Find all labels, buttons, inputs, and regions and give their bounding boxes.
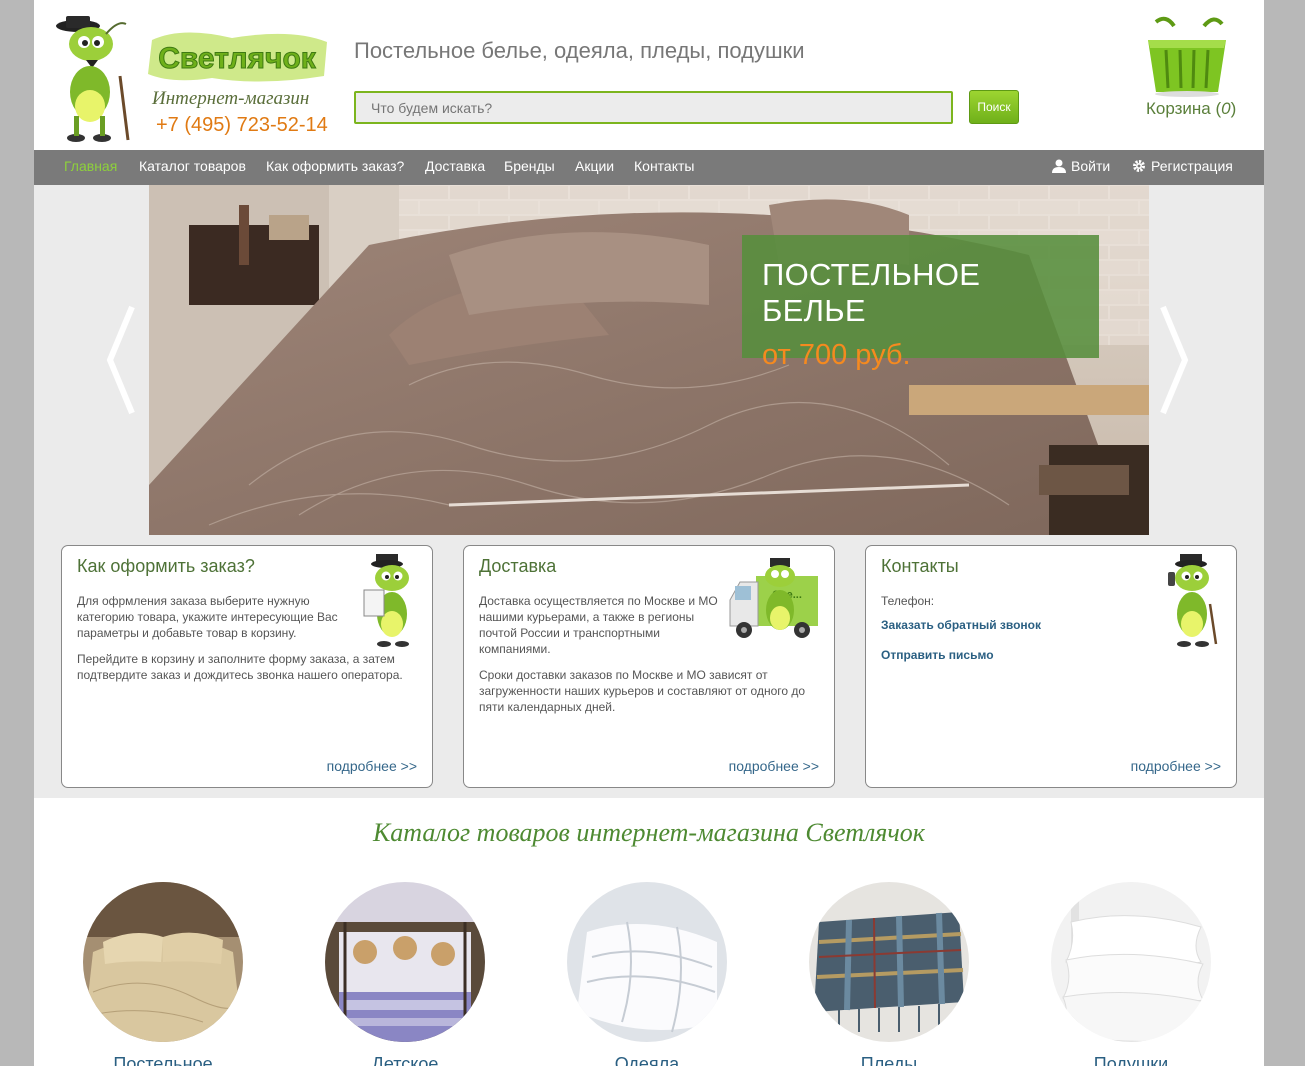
header: Светлячок Интернет-магазин +7 (495) 723-… [34,0,1264,150]
catalog-image[interactable] [1051,882,1211,1042]
phone-number[interactable]: +7 (495) 723-52-14 [156,114,328,137]
nav-item-promos[interactable]: Акции [575,158,614,174]
send-mail-link[interactable]: Отправить письмо [881,647,1221,663]
cart-count: 0 [1221,99,1231,118]
nav-item-catalog[interactable]: Каталог товаров [139,158,246,174]
brand-subtitle: Интернет-магазин [152,88,310,109]
promo-title: ПОСТЕЛЬНОЕ БЕЛЬЕ [762,257,981,328]
card-contacts: Контакты Телефон: Заказать обратный звон… [865,545,1237,788]
catalog-image[interactable] [809,882,969,1042]
card-title: Как оформить заказ? [77,556,255,576]
card-paragraph: Для офрмления заказа выберите нужную кат… [77,594,338,640]
firefly-mascot-icon[interactable] [46,16,136,144]
catalog-item-plaids[interactable]: Пледы [789,882,989,1066]
shopping-basket-icon[interactable] [1144,16,1230,98]
catalog-item-pillows[interactable]: Подушки [1031,882,1231,1066]
register-label: Регистрация [1151,158,1233,174]
catalog-label[interactable]: Постельное [63,1054,263,1066]
card-title: Доставка [479,556,557,576]
slider-banner[interactable]: ПОСТЕЛЬНОЕ БЕЛЬЕ от 700 руб. [149,185,1149,535]
card-how-to-order: Как оформить заказ? Для офрмления заказа… [61,545,433,788]
card-text: Доставка осуществляется по Москве и МО н… [479,593,805,725]
login-label: Войти [1071,158,1111,174]
catalog-image[interactable] [83,882,243,1042]
catalog-image[interactable] [567,882,727,1042]
promo-price: от 700 руб. [762,339,911,371]
nav-item-delivery[interactable]: Доставка [425,158,485,174]
more-link[interactable]: подробнее >> [1131,758,1221,774]
brand-name: Светлячок [158,42,317,75]
gear-icon [1133,160,1145,172]
callback-link[interactable]: Заказать обратный звонок [881,617,1221,633]
site-tagline: Постельное белье, одеяла, пледы, подушки [354,38,805,63]
catalog-label[interactable]: Детское [305,1054,505,1066]
nav-item-contacts[interactable]: Контакты [634,158,694,174]
slider-area: ПОСТЕЛЬНОЕ БЕЛЬЕ от 700 руб. Как оформит… [34,185,1264,798]
nav-item-home[interactable]: Главная [64,158,117,174]
card-paragraph: Доставка осуществляется по Москве и МО н… [479,594,718,656]
search-input[interactable] [354,91,953,124]
nav-item-brands[interactable]: Бренды [504,158,555,174]
catalog-item-bedding[interactable]: Постельное [63,882,263,1066]
login-link[interactable]: Войти [1052,158,1110,174]
phone-label: Телефон: [881,594,935,608]
main-nav: Главная Каталог товаров Как оформить зак… [34,150,1264,185]
user-icon [1052,159,1066,173]
catalog-title: Каталог товаров интернет-магазина Светля… [373,818,925,847]
catalog-label[interactable]: Пледы [789,1054,989,1066]
register-link[interactable]: Регистрация [1132,158,1233,174]
nav-item-how-to-order[interactable]: Как оформить заказ? [266,158,404,174]
mascot-with-paper-icon [363,554,409,647]
promo-banner[interactable]: ПОСТЕЛЬНОЕ БЕЛЬЕ от 700 руб. [742,235,1099,371]
slider-next-arrow-icon[interactable] [1159,305,1189,415]
brand-logo[interactable]: Светлячок [142,30,332,84]
catalog-image[interactable] [325,882,485,1042]
catalog-label[interactable]: Одеяла [547,1054,747,1066]
more-link[interactable]: подробнее >> [327,758,417,774]
search-button[interactable]: Поиск [969,90,1019,124]
card-paragraph: Сроки доставки заказов по Москве и МО за… [479,668,806,714]
card-delivery: Доставка Све... Доставка осуществляется … [463,545,835,788]
card-title: Контакты [881,556,959,576]
card-text: Телефон: Заказать обратный звонок Отправ… [881,593,1221,663]
card-text: Для офрмления заказа выберите нужную кат… [77,593,403,693]
catalog-item-blankets[interactable]: Одеяла [547,882,747,1066]
delivery-truck-icon: Све... [729,558,818,638]
catalog-label[interactable]: Подушки [1031,1054,1231,1066]
more-link[interactable]: подробнее >> [729,758,819,774]
cart-link[interactable]: Корзина (0) [1146,99,1236,119]
card-paragraph: Перейдите в корзину и заполните форму за… [77,652,403,682]
page: Светлячок Интернет-магазин +7 (495) 723-… [34,0,1264,1066]
catalog-item-kids[interactable]: Детское [305,882,505,1066]
slider-prev-arrow-icon[interactable] [106,305,136,415]
